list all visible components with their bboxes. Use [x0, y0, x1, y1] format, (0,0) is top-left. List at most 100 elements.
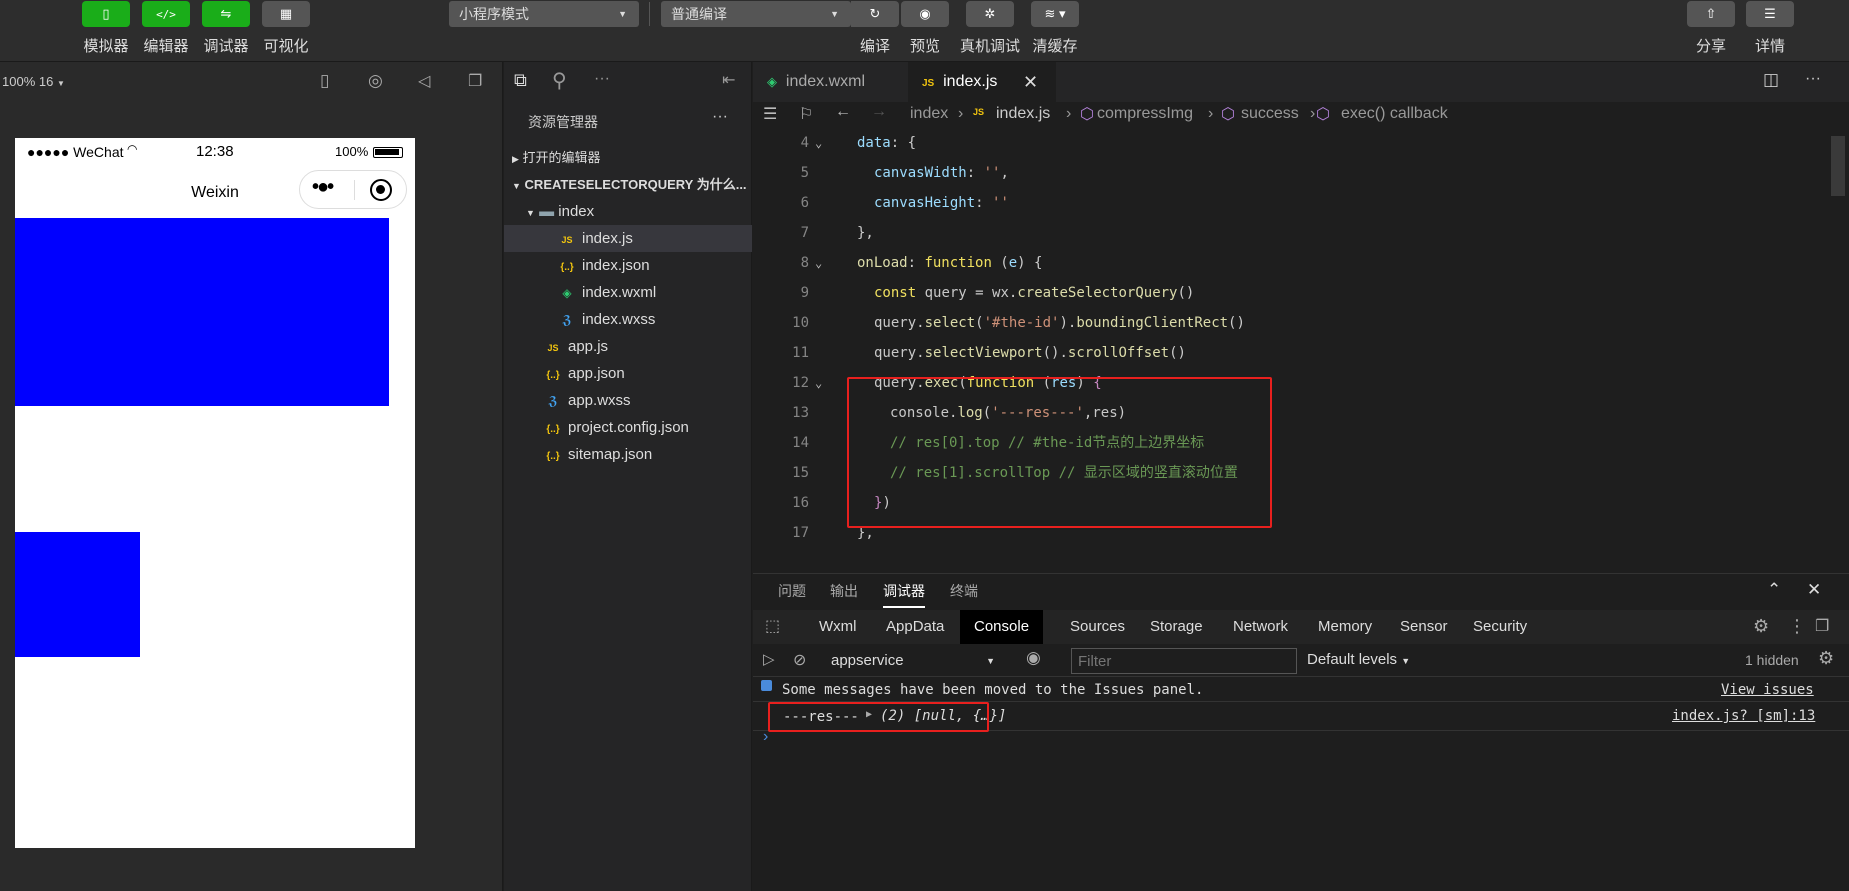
files-icon[interactable]: ⧉: [514, 70, 527, 91]
tab-terminal[interactable]: 终端: [950, 574, 978, 608]
fold-chevron-icon[interactable]: ⌄: [815, 248, 822, 278]
popout-icon[interactable]: ❐: [468, 71, 482, 91]
json-file-icon: {..}: [546, 424, 560, 435]
collapse-panel-icon[interactable]: ⇤: [722, 70, 735, 90]
back-arrow-icon[interactable]: ←: [835, 103, 851, 121]
devtools-window: ▯ 模拟器 </> 编辑器 ⇋ 调试器 ▦ 可视化 小程序模式 ▼ 普通编译 ▼ ↻…: [0, 0, 1849, 891]
bookmark-icon[interactable]: ⚐: [799, 104, 813, 124]
breadcrumb-file[interactable]: index.js: [996, 105, 1050, 123]
file-item-index-json[interactable]: {..} index.json: [504, 252, 752, 279]
visual-toggle-button[interactable]: ▦: [262, 1, 310, 27]
settings-gear-icon[interactable]: ⚙: [1753, 616, 1769, 637]
kebab-menu-icon[interactable]: ⋮: [1788, 616, 1806, 637]
share-button[interactable]: ⇧: [1687, 1, 1735, 27]
close-icon[interactable]: ✕: [1023, 62, 1038, 102]
capsule-menu[interactable]: •●•: [299, 170, 407, 209]
close-mini-program-icon[interactable]: [370, 179, 392, 201]
log-source-link[interactable]: index.js? [sm]:13: [1672, 708, 1815, 724]
project-section[interactable]: ▼ CREATESELECTORQUERY 为什么...: [504, 171, 752, 198]
zoom-select[interactable]: 100% 16 ▼: [2, 74, 65, 89]
view-issues-link[interactable]: View issues: [1721, 682, 1814, 698]
preview-label: 预览: [909, 38, 941, 55]
chevron-right-icon: ›: [1208, 105, 1214, 122]
simulator-toggle-button[interactable]: ▯: [82, 1, 130, 27]
file-name: index.wxml: [582, 284, 657, 301]
devtools-tab-sources[interactable]: Sources: [1056, 610, 1139, 644]
compile-select[interactable]: 普通编译 ▼: [661, 1, 851, 27]
tab-index-wxml[interactable]: ◈ index.wxml: [753, 62, 908, 102]
volume-icon[interactable]: ◁: [418, 71, 430, 91]
editor-more-icon[interactable]: ···: [1805, 70, 1821, 88]
debugger-toggle-button[interactable]: ⇋: [202, 1, 250, 27]
folder-index[interactable]: ▼ ▬ index: [504, 198, 752, 225]
file-item-index-js[interactable]: JS index.js: [504, 225, 752, 252]
clear-console-icon[interactable]: ⊘: [793, 650, 806, 670]
editor-scrollbar[interactable]: [1831, 136, 1845, 196]
js-file-icon: JS: [922, 78, 935, 89]
eye-icon[interactable]: ◉: [1026, 648, 1041, 668]
file-item-index-wxml[interactable]: ◈ index.wxml: [504, 279, 752, 306]
breadcrumb-symbol[interactable]: exec() callback: [1341, 105, 1448, 123]
line-number: 12: [792, 375, 809, 391]
devtools-tab-sensor[interactable]: Sensor: [1386, 610, 1462, 644]
caret-down-icon: ▼: [56, 79, 65, 88]
console-prompt-icon[interactable]: ›: [763, 728, 768, 746]
file-item-app-json[interactable]: {..} app.json: [504, 360, 752, 387]
clear-cache-button[interactable]: ≋ ▾: [1031, 1, 1079, 27]
breadcrumb-symbol[interactable]: compressImg: [1097, 105, 1193, 123]
breadcrumb-symbol[interactable]: success: [1241, 105, 1299, 123]
fold-chevron-icon[interactable]: ⌄: [815, 128, 822, 158]
explorer-more-icon[interactable]: ···: [712, 108, 728, 126]
more-icon[interactable]: ···: [594, 70, 610, 88]
devtools-tab-appdata[interactable]: AppData: [872, 610, 958, 644]
tab-problems[interactable]: 问题: [778, 574, 806, 608]
line-number: 6: [800, 195, 809, 211]
console-settings-icon[interactable]: ⚙: [1818, 648, 1834, 669]
devtools-tab-console[interactable]: Console: [960, 610, 1044, 644]
breadcrumb-folder[interactable]: index: [910, 105, 948, 123]
log-levels-value: Default levels: [1307, 651, 1398, 668]
record-icon[interactable]: ◎: [368, 71, 383, 91]
fold-chevron-icon[interactable]: ⌄: [815, 368, 822, 398]
forward-arrow-icon[interactable]: →: [871, 103, 887, 121]
file-item-index-wxss[interactable]: ℨindex.wxss: [504, 306, 752, 333]
chevron-up-icon[interactable]: ⌃: [1767, 580, 1781, 600]
file-item-app-js[interactable]: JS app.js: [504, 333, 752, 360]
close-panel-icon[interactable]: ✕: [1807, 580, 1821, 600]
tab-index-js[interactable]: JS index.js ✕: [908, 62, 1056, 102]
file-item-project-config[interactable]: {..} project.config.json: [504, 414, 752, 441]
phone-screen[interactable]: ●●●●● WeChat ◠ 12:38 100% Weixin •●•: [15, 138, 415, 848]
tab-debugger[interactable]: 调试器: [883, 574, 925, 608]
preview-button[interactable]: ◉: [901, 1, 949, 27]
code-line: 7},: [753, 218, 1833, 248]
devtools-tab-security[interactable]: Security: [1459, 610, 1541, 644]
mode-select[interactable]: 小程序模式 ▼: [449, 1, 639, 27]
split-editor-icon[interactable]: ◫: [1763, 70, 1779, 90]
notice-text: Some messages have been moved to the Iss…: [782, 682, 1204, 698]
file-item-sitemap[interactable]: {..} sitemap.json: [504, 441, 752, 468]
search-icon[interactable]: ⚲: [552, 68, 567, 93]
file-item-app-wxss[interactable]: ℨapp.wxss: [504, 387, 752, 414]
devtools-tab-storage[interactable]: Storage: [1136, 610, 1217, 644]
inspect-element-icon[interactable]: ⬚: [765, 616, 780, 636]
wxss-file-icon: ℨ: [562, 313, 572, 327]
code-editor[interactable]: 4 ⌄ data: { 5 canvasWidth: '', 6 canvasHeigh…: [753, 128, 1849, 572]
devtools-tab-memory[interactable]: Memory: [1304, 610, 1386, 644]
devtools-tab-network[interactable]: Network: [1219, 610, 1302, 644]
tab-output[interactable]: 输出: [830, 574, 858, 608]
context-select[interactable]: appservice ▼: [821, 649, 1003, 673]
outline-icon[interactable]: ☰: [763, 104, 777, 124]
filter-input[interactable]: [1071, 648, 1297, 674]
log-levels-select[interactable]: Default levels ▼: [1307, 651, 1410, 668]
editor-toggle-button[interactable]: </>: [142, 1, 190, 27]
more-dots-icon[interactable]: •●•: [312, 176, 334, 199]
compile-button[interactable]: ↻: [851, 1, 899, 27]
dock-icon[interactable]: ❐: [1815, 616, 1829, 636]
remote-debug-button[interactable]: ✲: [966, 1, 1014, 27]
device-rotate-icon[interactable]: ▯: [320, 71, 329, 91]
details-button[interactable]: ☰: [1746, 1, 1794, 27]
devtools-tab-wxml[interactable]: Wxml: [805, 610, 871, 644]
code-line: 10 query.select('#the-id').boundingClient…: [753, 308, 1833, 338]
open-editors-section[interactable]: ▶ 打开的编辑器: [504, 144, 752, 171]
sidebar-toggle-icon[interactable]: ▷: [763, 650, 775, 668]
